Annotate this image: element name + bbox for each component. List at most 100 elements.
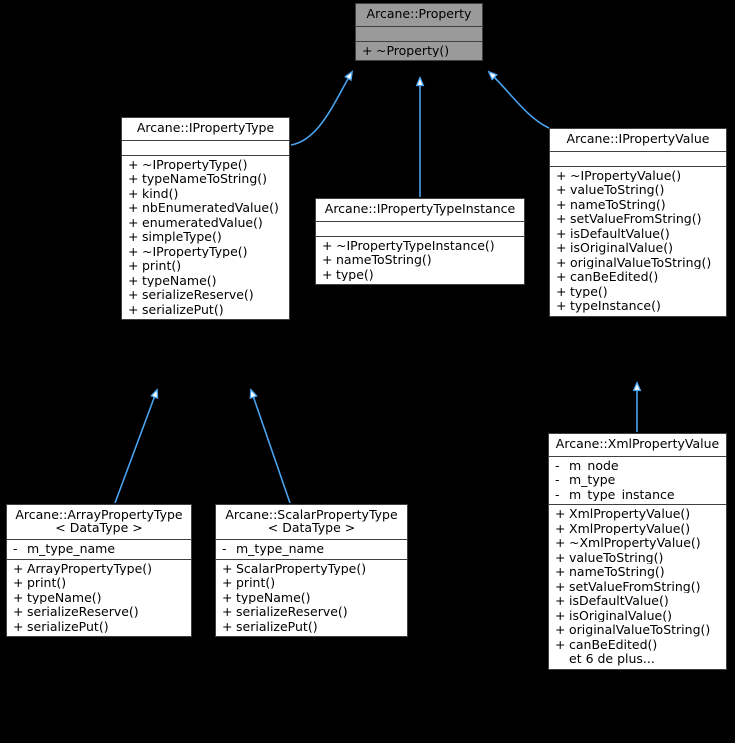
class-title-arraypropertytype: Arcane::ArrayPropertyType < DataType > — [7, 505, 191, 540]
visibility-marker: + — [222, 589, 233, 605]
class-diagram-canvas: Arcane::Property + ~Property() Arcane::I… — [0, 0, 735, 743]
class-member-row: + ~IPropertyTypeInstance() — [316, 239, 524, 254]
member-name: isDefaultValue() — [570, 227, 670, 240]
member-name: isDefaultValue() — [569, 595, 669, 608]
class-member-row: - m_type_instance — [549, 488, 726, 503]
class-member-row: + ~XmlPropertyValue() — [549, 536, 726, 551]
class-member-row: + setValueFromString() — [550, 212, 726, 227]
member-name: enumeratedValue() — [142, 216, 263, 229]
visibility-marker: + — [13, 575, 24, 590]
member-name: setValueFromString() — [569, 580, 701, 593]
class-member-row: + serializeReserve() — [7, 605, 191, 620]
class-member-row: + enumeratedValue() — [122, 216, 289, 231]
member-name: m_type_name — [27, 543, 116, 556]
class-node-ipropertytype[interactable]: Arcane::IPropertyType + ~IPropertyType() … — [121, 117, 290, 320]
member-name: ~IPropertyType() — [142, 158, 248, 171]
visibility-marker: + — [128, 200, 139, 215]
class-member-row: + ~IPropertyType() — [122, 158, 289, 173]
edge-ipropertytype-to-property — [290, 72, 352, 146]
class-methods-arraypropertytype: + ArrayPropertyType() + print() + typeName(… — [7, 560, 191, 637]
visibility-marker: + — [555, 622, 566, 637]
member-name: m_type — [569, 474, 616, 487]
member-name: m_type_instance — [569, 488, 675, 501]
class-member-row: + ~Property() — [356, 44, 482, 59]
member-name: ~IPropertyValue() — [570, 169, 682, 182]
class-attributes-ipropertytype — [122, 141, 289, 156]
visibility-marker: + — [556, 254, 567, 270]
member-name: serializePut() — [142, 303, 224, 316]
class-member-row: + nameToString() — [550, 198, 726, 213]
class-title-xmlpropertyvalue: Arcane::XmlPropertyValue — [549, 434, 726, 457]
class-node-ipropertytypeinstance[interactable]: Arcane::IPropertyTypeInstance + ~IPropert… — [315, 198, 525, 285]
class-methods-ipropertyvalue: + ~IPropertyValue() + valueToString() + nam… — [550, 167, 726, 316]
class-member-row: + serializeReserve() — [122, 288, 289, 303]
class-member-row: + typeName() — [7, 591, 191, 606]
member-name: setValueFromString() — [570, 213, 702, 226]
class-title-property: Arcane::Property — [356, 4, 482, 27]
class-member-row: + valueToString() — [550, 183, 726, 198]
visibility-marker: - — [555, 472, 560, 487]
member-name: m_type_name — [236, 543, 325, 556]
member-name: serializePut() — [236, 620, 318, 633]
class-member-row: + originalValueToString() — [550, 256, 726, 271]
class-member-row-more[interactable]: et 6 de plus... — [549, 652, 726, 667]
member-name: print() — [142, 260, 182, 273]
member-name: ~Property() — [376, 44, 450, 57]
visibility-marker: + — [556, 298, 567, 313]
visibility-marker: + — [556, 240, 567, 255]
visibility-marker: + — [13, 604, 24, 619]
class-node-property[interactable]: Arcane::Property + ~Property() — [355, 3, 483, 61]
class-node-arraypropertytype[interactable]: Arcane::ArrayPropertyType < DataType > -… — [6, 504, 192, 637]
member-name: valueToString() — [570, 184, 665, 197]
class-member-row: + setValueFromString() — [549, 580, 726, 595]
class-member-row: + isDefaultValue() — [550, 227, 726, 242]
class-member-row: + XmlPropertyValue() — [549, 507, 726, 522]
class-member-row: - m_type_name — [7, 542, 191, 557]
class-title-scalarpropertytype: Arcane::ScalarPropertyType < DataType > — [216, 505, 407, 540]
class-member-row: + isDefaultValue() — [549, 594, 726, 609]
class-member-row: + print() — [7, 576, 191, 591]
member-name: canBeEdited() — [570, 271, 659, 284]
visibility-marker: - — [13, 541, 18, 556]
visibility-marker: + — [555, 549, 566, 565]
member-name: ~IPropertyType() — [142, 245, 248, 258]
class-member-row: + simpleType() — [122, 230, 289, 245]
class-node-xmlpropertyvalue[interactable]: Arcane::XmlPropertyValue - m_node - m_type… — [548, 433, 727, 670]
visibility-marker: + — [128, 229, 139, 244]
class-node-scalarpropertytype[interactable]: Arcane::ScalarPropertyType < DataType > … — [215, 504, 408, 637]
visibility-marker: + — [222, 604, 233, 619]
class-member-row: + canBeEdited() — [550, 270, 726, 285]
member-name: simpleType() — [142, 231, 222, 244]
visibility-marker: + — [128, 243, 139, 259]
class-member-row: - m_node — [549, 459, 726, 474]
edge-ipropertyvalue-to-property — [489, 72, 550, 129]
member-name: ~IPropertyTypeInstance() — [336, 239, 495, 252]
visibility-marker: + — [556, 196, 567, 212]
class-node-ipropertyvalue[interactable]: Arcane::IPropertyValue + ~IPropertyValue(… — [549, 128, 727, 317]
class-methods-property: + ~Property() — [356, 42, 482, 61]
visibility-marker: + — [322, 266, 333, 282]
member-name: serializeReserve() — [142, 289, 254, 302]
member-name: et 6 de plus... — [569, 653, 655, 666]
class-member-row: + isOriginalValue() — [550, 241, 726, 256]
member-name: typeInstance() — [570, 300, 661, 313]
visibility-marker: + — [556, 269, 567, 284]
member-name: type() — [570, 285, 608, 298]
visibility-marker: - — [555, 457, 560, 473]
class-member-row: + kind() — [122, 187, 289, 202]
visibility-marker: + — [322, 252, 333, 267]
visibility-marker: + — [222, 618, 233, 634]
class-methods-ipropertytypeinstance: + ~IPropertyTypeInstance() + nameToString(… — [316, 237, 524, 285]
visibility-marker: + — [556, 211, 567, 226]
visibility-marker: + — [556, 182, 567, 197]
member-name: nameToString() — [569, 566, 665, 579]
class-member-row: + serializeReserve() — [216, 605, 407, 620]
class-attributes-xmlpropertyvalue: - m_node - m_type - m_type_instance — [549, 457, 726, 505]
member-name: XmlPropertyValue() — [569, 508, 691, 521]
visibility-marker: + — [13, 589, 24, 605]
class-member-row: + nameToString() — [549, 565, 726, 580]
class-member-row: + typeName() — [122, 274, 289, 289]
class-member-row: + originalValueToString() — [549, 623, 726, 638]
class-methods-xmlpropertyvalue: + XmlPropertyValue() + XmlPropertyValue() … — [549, 505, 726, 669]
visibility-marker: + — [555, 520, 566, 536]
